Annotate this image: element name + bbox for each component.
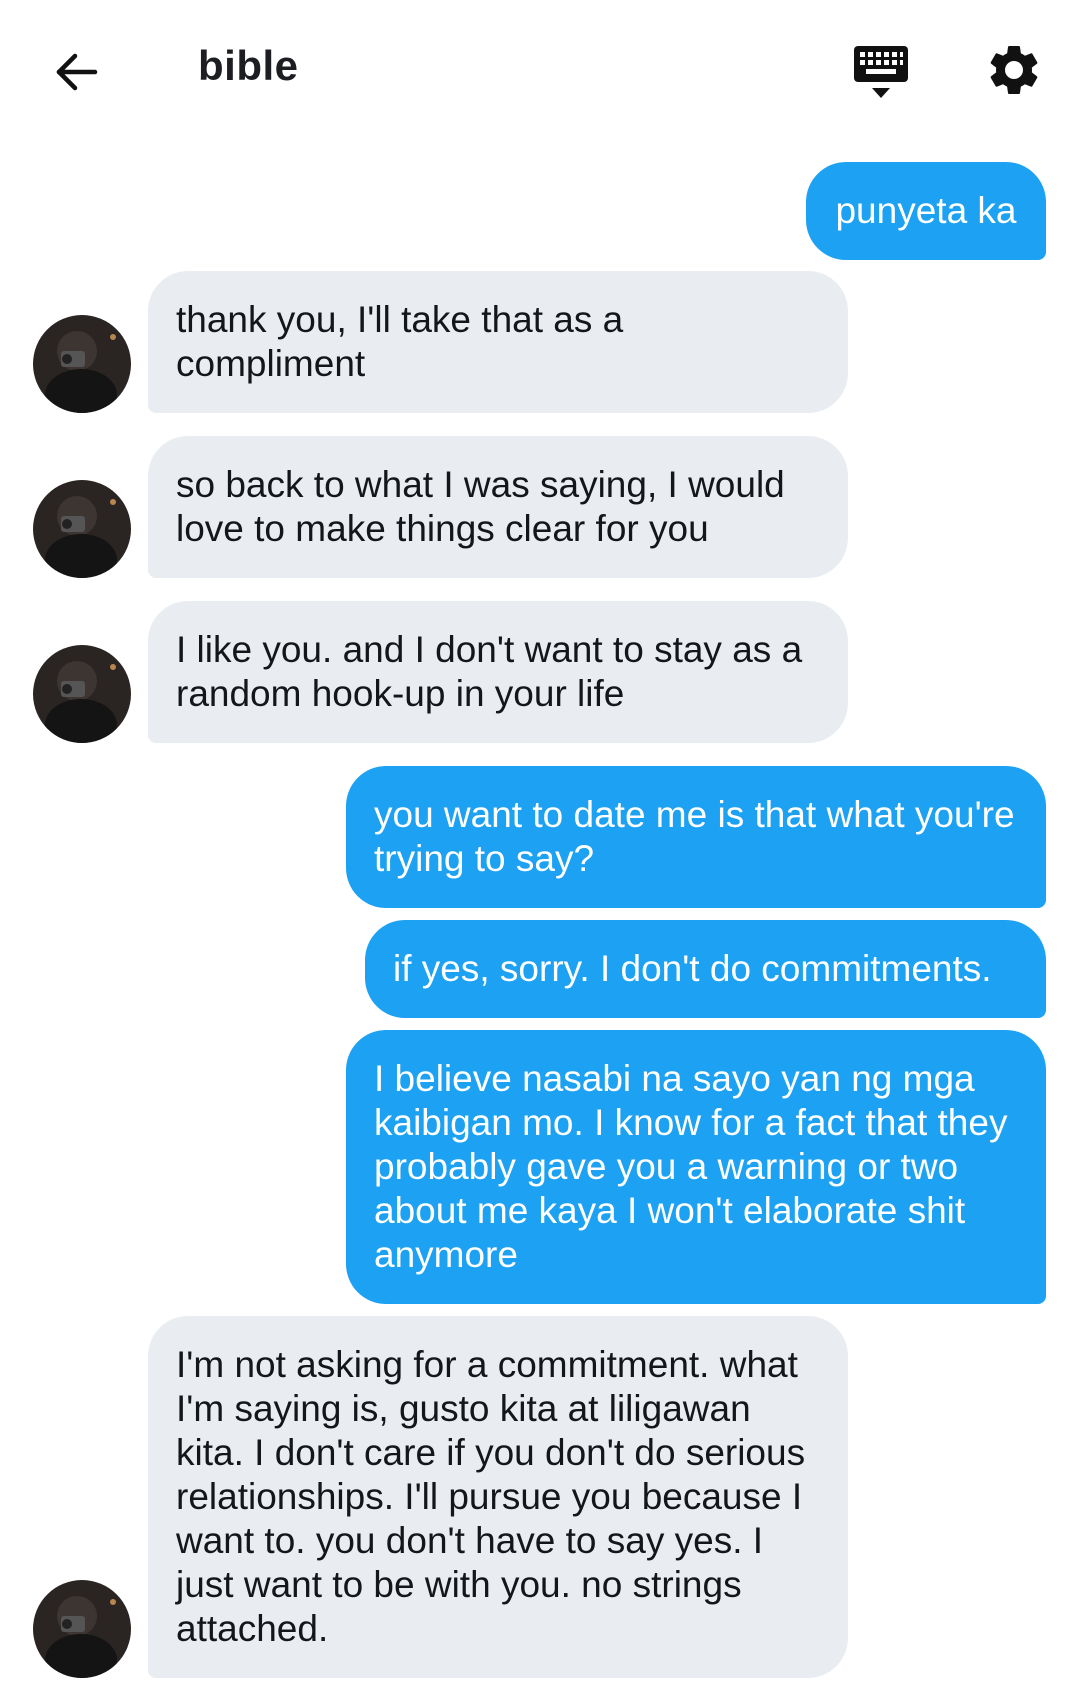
back-button[interactable] (48, 44, 104, 100)
message-bubble-incoming[interactable]: thank you, I'll take that as a complimen… (148, 271, 848, 413)
avatar-photo-icon (33, 645, 131, 743)
message-bubble-incoming[interactable]: so back to what I was saying, I would lo… (148, 436, 848, 578)
conversation-header: bible (0, 0, 1080, 140)
settings-button[interactable] (984, 40, 1044, 100)
message-bubble-outgoing[interactable]: punyeta ka (806, 162, 1046, 260)
avatar-photo-icon (33, 1580, 131, 1678)
gear-icon (990, 45, 1038, 94)
message-bubble-outgoing[interactable]: if yes, sorry. I don't do commitments. (365, 920, 1046, 1018)
arrow-left-icon (56, 53, 98, 91)
message-bubble-outgoing[interactable]: you want to date me is that what you're … (346, 766, 1046, 908)
avatar[interactable] (33, 645, 131, 743)
message-bubble-incoming[interactable]: I like you. and I don't want to stay as … (148, 601, 848, 743)
keyboard-icon (854, 46, 908, 98)
keyboard-button[interactable] (850, 42, 912, 104)
avatar[interactable] (33, 480, 131, 578)
avatar-photo-icon (33, 315, 131, 413)
message-bubble-incoming[interactable]: I'm not asking for a commitment. what I'… (148, 1316, 848, 1678)
avatar[interactable] (33, 315, 131, 413)
message-bubble-outgoing[interactable]: I believe nasabi na sayo yan ng mga kaib… (346, 1030, 1046, 1304)
avatar[interactable] (33, 1580, 131, 1678)
avatar-photo-icon (33, 480, 131, 578)
conversation-title: bible (198, 42, 299, 89)
